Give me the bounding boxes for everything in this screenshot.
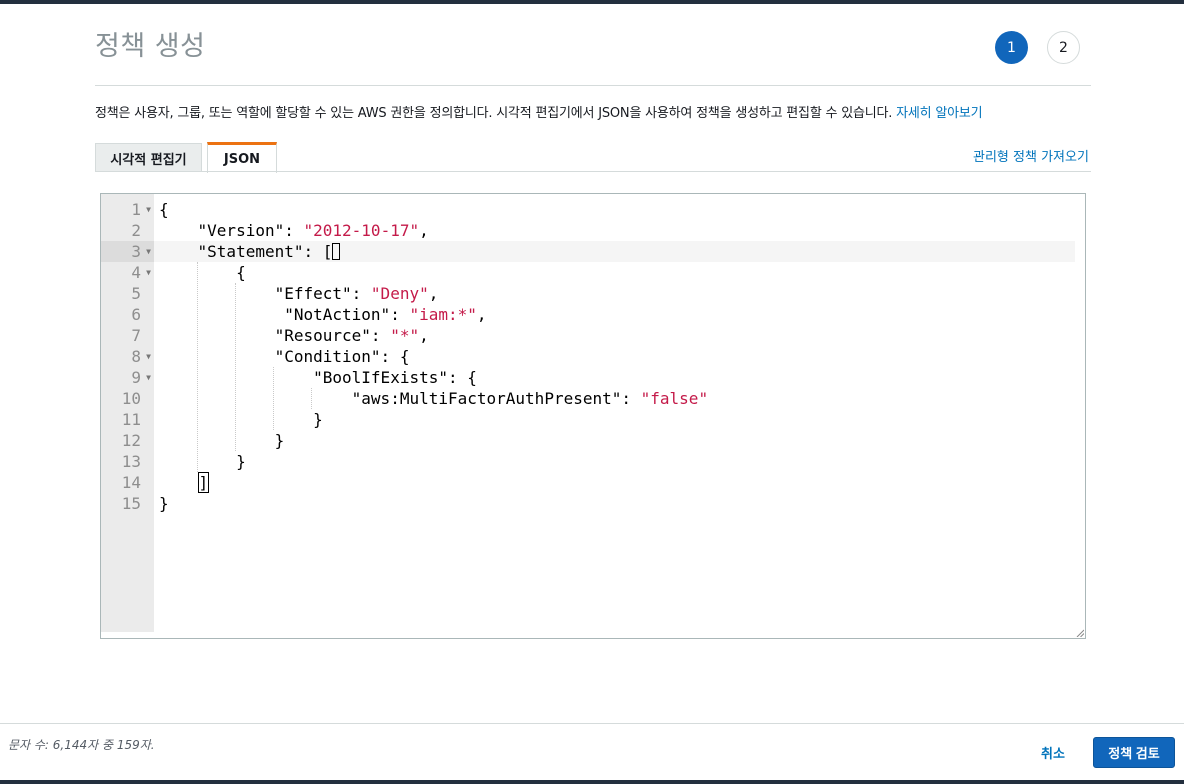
code-line: "Version": "2012-10-17", xyxy=(159,221,429,240)
fold-arrow-icon[interactable]: ▼ xyxy=(146,346,151,367)
line-number-gutter: 1 ▼ 2 3 ▼ 4 ▼ 5 6 7 8 ▼ 9 ▼ 10 11 12 13 14 15 xyxy=(101,194,154,632)
learn-more-link[interactable]: 자세히 알아보기 xyxy=(896,106,982,121)
line-number: 1 ▼ xyxy=(131,199,151,220)
fold-arrow-icon[interactable]: ▼ xyxy=(146,241,151,262)
tab-visual-editor[interactable]: 시각적 편집기 xyxy=(95,143,202,172)
line-number: 8 ▼ xyxy=(131,346,151,367)
line-number: 7 xyxy=(131,326,141,345)
line-number: 9 ▼ xyxy=(131,367,151,388)
line-number: 2 xyxy=(131,221,141,240)
line-number: 12 xyxy=(121,431,141,450)
line-number: 11 xyxy=(121,410,141,429)
character-count: 문자 수: 6,144자 중 159자. xyxy=(8,738,155,752)
code-line: "aws:MultiFactorAuthPresent": "false" xyxy=(159,389,709,408)
code-line: } xyxy=(159,494,169,513)
step-1-indicator[interactable]: 1 xyxy=(995,31,1028,64)
code-line: } xyxy=(159,410,323,429)
code-line: ] xyxy=(197,472,210,493)
code-line: "Condition": { xyxy=(159,347,410,366)
description-text: 정책은 사용자, 그룹, 또는 역할에 할당할 수 있는 AWS 권한을 정의합… xyxy=(95,106,897,121)
import-managed-policy-link[interactable]: 관리형 정책 가져오기 xyxy=(973,146,1089,165)
code-line: } xyxy=(159,431,285,450)
line-number: 15 xyxy=(121,494,141,513)
fold-arrow-icon[interactable]: ▼ xyxy=(146,262,151,283)
code-line: } xyxy=(159,452,246,471)
code-line: "BoolIfExists": { xyxy=(159,368,477,387)
code-line: { xyxy=(159,200,169,219)
line-number: 10 xyxy=(121,389,141,408)
resize-handle-icon[interactable] xyxy=(1076,629,1084,637)
step-2-indicator[interactable]: 2 xyxy=(1047,31,1080,64)
line-number: 13 xyxy=(121,452,141,471)
footer-divider xyxy=(0,723,1184,724)
code-line: "Resource": "*", xyxy=(159,326,429,345)
line-number: 4 ▼ xyxy=(131,262,151,283)
tab-json[interactable]: JSON xyxy=(207,142,277,173)
page-title: 정책 생성 xyxy=(95,31,206,62)
line-number: 5 xyxy=(131,284,141,303)
top-bar xyxy=(0,0,1184,4)
line-number: 14 xyxy=(121,473,141,492)
code-line: "Effect": "Deny", xyxy=(159,284,439,303)
json-editor[interactable]: 1 ▼ 2 3 ▼ 4 ▼ 5 6 7 8 ▼ 9 ▼ 10 11 12 13 14 15… xyxy=(100,193,1086,639)
fold-arrow-icon[interactable]: ▼ xyxy=(146,199,151,220)
fold-arrow-icon[interactable]: ▼ xyxy=(146,367,151,388)
code-line: { xyxy=(159,263,246,282)
title-divider xyxy=(95,85,1091,86)
policy-description: 정책은 사용자, 그룹, 또는 역할에 할당할 수 있는 AWS 권한을 정의합… xyxy=(95,102,983,121)
code-line: "NotAction": "iam:*", xyxy=(159,305,487,324)
tabs-divider xyxy=(95,171,1091,172)
line-number: 6 xyxy=(131,305,141,324)
text-cursor xyxy=(332,243,341,260)
review-policy-button[interactable]: 정책 검토 xyxy=(1093,737,1175,768)
bottom-bar xyxy=(0,780,1184,784)
code-line: "Statement": [ xyxy=(159,241,341,262)
cancel-button[interactable]: 취소 xyxy=(1030,738,1076,766)
line-number: 3 ▼ xyxy=(101,241,154,262)
